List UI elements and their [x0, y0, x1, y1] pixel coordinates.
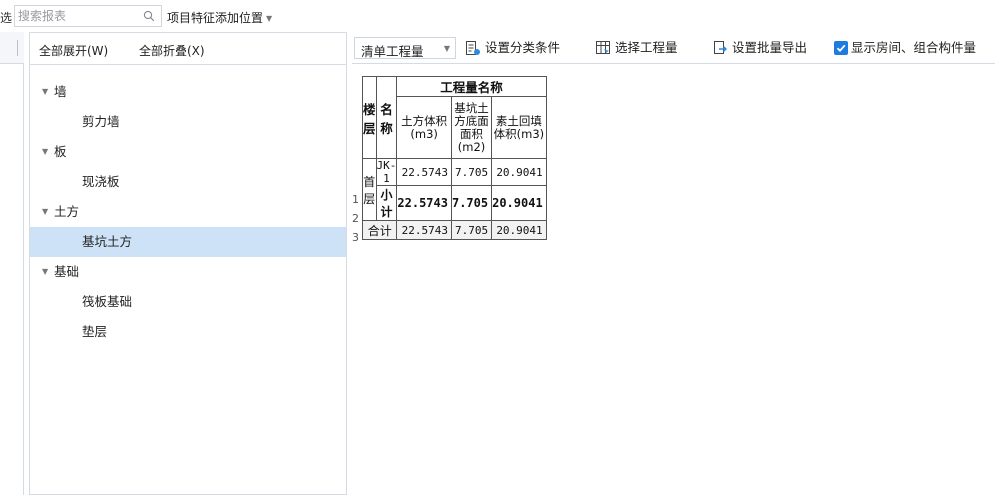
- tree-list: ▼ 墙 剪力墙 ▼ 板 现浇板 ▼ 土方 基坑土方 ▼ 基础 筏板基础 垫层: [30, 77, 346, 347]
- tree-node-label: 筏板基础: [82, 294, 133, 309]
- tree-node-label: 基础: [54, 264, 80, 279]
- select-quantity-button[interactable]: 选择工程量: [595, 37, 695, 59]
- tree-node-wall[interactable]: ▼ 墙: [30, 77, 346, 107]
- cell-value: 20.9041: [491, 158, 547, 186]
- header-floor: 楼层: [362, 76, 377, 159]
- tree-node-label: 板: [54, 144, 67, 159]
- expand-triangle-icon[interactable]: ▼: [42, 257, 48, 287]
- set-category-label: 设置分类条件: [485, 40, 561, 55]
- export-icon: [714, 41, 727, 54]
- table-row-total[interactable]: 合计 22.5743 7.705 20.9041: [361, 220, 547, 240]
- cell-value: 7.705: [450, 220, 493, 240]
- expand-triangle-icon[interactable]: ▼: [42, 77, 48, 107]
- tree-node-pit-earthwork[interactable]: 基坑土方: [30, 227, 346, 257]
- feature-position-label: 项目特征添加位置: [167, 11, 264, 25]
- set-category-button[interactable]: 设置分类条件: [465, 37, 577, 59]
- tree-node-raft-foundation[interactable]: 筏板基础: [30, 287, 346, 317]
- tree-node-shear-wall[interactable]: 剪力墙: [30, 107, 346, 137]
- quantity-type-select[interactable]: 清单工程量 ▼: [354, 37, 456, 59]
- header-backfill-volume: 素土回填体积(m3): [491, 96, 547, 159]
- row-number: 1: [352, 193, 359, 206]
- row-number: 2: [352, 212, 359, 225]
- cell-value: 7.705: [450, 185, 493, 221]
- cell-name: 小计: [375, 185, 398, 221]
- table-row-subtotal[interactable]: 小计 22.5743 7.705 20.9041: [363, 185, 547, 221]
- batch-export-button[interactable]: 设置批量导出: [712, 37, 824, 59]
- header-earth-volume: 土方体积(m3): [396, 96, 452, 159]
- tree-node-label: 剪力墙: [82, 114, 120, 129]
- tree-node-label: 现浇板: [82, 174, 120, 189]
- report-search-input[interactable]: [18, 8, 136, 24]
- cell-value: 20.9041: [491, 220, 547, 240]
- select-quantity-icon: [596, 41, 610, 55]
- cell-name: JK-1: [375, 158, 398, 186]
- chevron-down-icon: ▼: [443, 44, 450, 53]
- chevron-down-icon: ▼: [266, 14, 273, 23]
- tree-node-label: 墙: [54, 84, 67, 99]
- app-window: 选 项目特征添加位置▼ 全部展开(W) 全部折叠(X) ▼ 墙 剪力墙: [0, 0, 995, 495]
- tree-node-label: 垫层: [82, 324, 108, 339]
- header-quantity-group: 工程量名称: [396, 76, 547, 97]
- show-rooms-label: 显示房间、组合构件量: [851, 40, 977, 55]
- cell-floor: 首层: [362, 158, 377, 221]
- tree-node-foundation[interactable]: ▼ 基础: [30, 257, 346, 287]
- component-tree-panel: 全部展开(W) 全部折叠(X) ▼ 墙 剪力墙 ▼ 板 现浇板 ▼ 土方 基坑土…: [29, 32, 347, 495]
- left-panel-header: [0, 32, 24, 64]
- expand-triangle-icon[interactable]: ▼: [42, 197, 48, 227]
- feature-position-dropdown[interactable]: 项目特征添加位置 ▼: [167, 9, 272, 26]
- table-row[interactable]: 首层 JK-1 22.5743 7.705 20.9041: [362, 158, 547, 221]
- tree-node-slab[interactable]: ▼ 板: [30, 137, 346, 167]
- report-search-box[interactable]: [14, 5, 162, 27]
- header-pit-bottom-area: 基坑土方底面面积(m2): [450, 96, 493, 159]
- tree-node-earthwork[interactable]: ▼ 土方: [30, 197, 346, 227]
- cell-value: 22.5743: [396, 220, 452, 240]
- report-area: 清单工程量 ▼ 设置分类条件 选择工程量 设置批量导出 显示房间、组合构件量 1…: [352, 32, 995, 495]
- select-quantity-label: 选择工程量: [615, 40, 678, 55]
- quantity-type-value: 清单工程量: [361, 44, 424, 59]
- top-toolbar: 选 项目特征添加位置▼: [0, 0, 995, 32]
- tree-node-cushion[interactable]: 垫层: [30, 317, 346, 347]
- category-condition-icon: [466, 41, 480, 55]
- checkbox-checked-icon[interactable]: [834, 41, 848, 55]
- left-collapsed-panel: [0, 32, 24, 495]
- tree-toolbar: 全部展开(W) 全部折叠(X): [30, 33, 346, 65]
- tree-node-label: 基坑土方: [82, 234, 133, 249]
- expand-all-button[interactable]: 全部展开(W): [39, 42, 108, 59]
- cell-total-label: 合计: [361, 220, 398, 240]
- report-toolbar: 清单工程量 ▼ 设置分类条件 选择工程量 设置批量导出 显示房间、组合构件量: [352, 32, 995, 64]
- cell-value: 22.5743: [396, 158, 452, 186]
- collapse-all-button[interactable]: 全部折叠(X): [139, 42, 205, 59]
- filter-label: 选: [0, 11, 13, 25]
- cell-value: 22.5743: [396, 185, 452, 221]
- expand-triangle-icon[interactable]: ▼: [42, 137, 48, 167]
- tree-node-cast-slab[interactable]: 现浇板: [30, 167, 346, 197]
- quantity-table: 楼层 名称 工程量名称 土方体积(m3) 基坑土方底面面积(m2) 素土回填体积…: [361, 76, 547, 240]
- tree-node-label: 土方: [54, 204, 80, 219]
- header-name: 名称: [375, 76, 398, 159]
- search-icon[interactable]: [143, 10, 155, 22]
- cell-value: 20.9041: [491, 185, 547, 221]
- batch-export-label: 设置批量导出: [732, 40, 808, 55]
- row-number: 3: [352, 231, 359, 244]
- cell-value: 7.705: [450, 158, 493, 186]
